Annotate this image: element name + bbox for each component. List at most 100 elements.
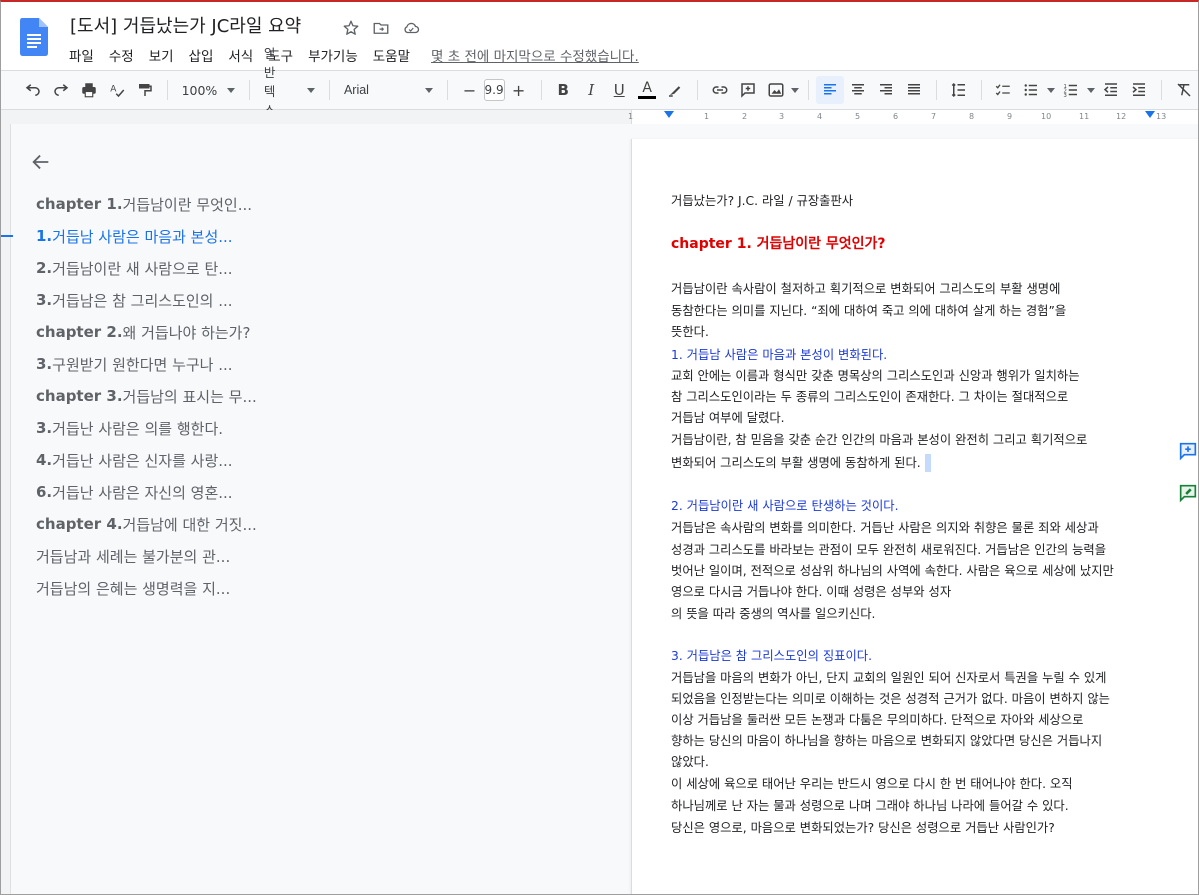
link-icon[interactable] bbox=[706, 76, 734, 104]
outline-item-text: 왜 거듭나야 하는가? bbox=[122, 323, 251, 342]
outline-item[interactable]: 3. 거듭난 사람은 의를 행한다. bbox=[11, 412, 611, 444]
font-select[interactable]: Arial bbox=[338, 83, 439, 97]
image-icon[interactable] bbox=[762, 76, 790, 104]
outline-item[interactable]: 2. 거듭남이란 새 사람으로 탄... bbox=[11, 252, 611, 284]
chevron-down-icon[interactable] bbox=[790, 76, 800, 104]
outline-item[interactable]: 거듭남과 세례는 불가분의 관... bbox=[11, 540, 611, 572]
font-size-decrease-button[interactable]: − bbox=[456, 76, 484, 104]
doc-paragraph-line: 이상 거듭남을 둘러싼 모든 논쟁과 다툼은 무의미하다. 단적으로 자아와 세… bbox=[671, 713, 1084, 727]
outline-item-active[interactable]: 1. 거듭남 사람은 마음과 본성... bbox=[1, 220, 611, 252]
ruler-tick: 7 bbox=[931, 112, 937, 121]
highlight-icon[interactable] bbox=[661, 76, 689, 104]
doc-paragraph-line: 하나님께로 난 자는 물과 성령으로 나며 그래야 하나님 나라에 들어갈 수 … bbox=[671, 799, 1069, 813]
svg-text:A: A bbox=[110, 85, 117, 95]
add-comment-side-icon[interactable] bbox=[1177, 440, 1199, 462]
italic-button[interactable]: I bbox=[577, 76, 605, 104]
outline-item-text: 거듭남과 세례는 불가분의 관... bbox=[36, 547, 231, 566]
doc-heading-section: 3. 거듭남은 참 그리스도인의 징표이다. bbox=[671, 649, 872, 663]
zoom-value: 100% bbox=[181, 82, 218, 98]
outline-item[interactable]: 4. 거듭난 사람은 신자를 사랑... bbox=[11, 444, 611, 476]
horizontal-ruler[interactable]: 1 1 2 3 4 5 6 7 8 9 10 11 12 13 bbox=[1, 110, 1198, 124]
outline-item-prefix: 6. bbox=[36, 483, 53, 501]
document-page[interactable]: 거듭났는가? J.C. 라일 / 규장출판사 chapter 1. 거듭남이란 … bbox=[631, 139, 1198, 894]
outline-item[interactable]: chapter 4. 거듭남에 대한 거짓... bbox=[11, 508, 611, 540]
zoom-select[interactable]: 100% bbox=[176, 83, 242, 98]
move-folder-icon[interactable] bbox=[369, 16, 393, 40]
comment-icon[interactable] bbox=[734, 76, 762, 104]
star-icon[interactable] bbox=[339, 16, 363, 40]
outline-item[interactable]: 3. 거듭남은 참 그리스도인의 ... bbox=[11, 284, 611, 316]
redo-icon[interactable] bbox=[47, 76, 75, 104]
outline-item[interactable]: 3. 구원받기 원한다면 누구나 ... bbox=[11, 348, 611, 380]
align-left-icon[interactable] bbox=[816, 76, 845, 104]
menu-format[interactable]: 서식 bbox=[228, 45, 260, 65]
left-indent-marker[interactable] bbox=[664, 111, 674, 118]
menu-help[interactable]: 도움말 bbox=[373, 45, 417, 65]
vertical-ruler[interactable] bbox=[1, 124, 11, 894]
doc-paragraph-line: 거듭남 여부에 달렸다. bbox=[671, 411, 785, 425]
font-value: Arial bbox=[343, 83, 369, 97]
outline-item-prefix: 3. bbox=[36, 291, 53, 309]
align-center-icon[interactable] bbox=[844, 76, 872, 104]
text-cursor-selection bbox=[924, 454, 931, 472]
bold-button[interactable]: B bbox=[549, 76, 577, 104]
indent-increase-icon[interactable] bbox=[1125, 76, 1153, 104]
menu-edit[interactable]: 수정 bbox=[109, 45, 141, 65]
docs-logo-icon[interactable] bbox=[20, 18, 48, 56]
align-right-icon[interactable] bbox=[872, 76, 900, 104]
numbered-list-icon[interactable]: 123 bbox=[1057, 76, 1085, 104]
indent-decrease-icon[interactable] bbox=[1097, 76, 1125, 104]
svg-text:3: 3 bbox=[1064, 93, 1067, 99]
document-outline-panel: chapter 1. 거듭남이란 무엇인... 1. 거듭남 사람은 마음과 본… bbox=[1, 124, 621, 894]
ruler-page-area bbox=[631, 110, 1198, 124]
outline-item-prefix: 3. bbox=[36, 419, 53, 437]
outline-item-text: 거듭남에 대한 거짓... bbox=[122, 515, 257, 534]
font-size-input[interactable]: 9.9 bbox=[483, 79, 505, 101]
outline-item-prefix: chapter 3. bbox=[36, 387, 123, 405]
justify-icon[interactable] bbox=[900, 76, 928, 104]
underline-button[interactable]: U bbox=[605, 76, 633, 104]
back-arrow-icon[interactable] bbox=[30, 151, 52, 173]
menu-insert[interactable]: 삽입 bbox=[189, 45, 221, 65]
document-title[interactable]: [도서] 거듭났는가 JC라일 요약 bbox=[70, 12, 301, 38]
outline-item[interactable]: 6. 거듭난 사람은 자신의 영혼... bbox=[11, 476, 611, 508]
outline-item[interactable]: 거듭남의 은혜는 생명력을 지... bbox=[11, 572, 611, 604]
ruler-tick: 11 bbox=[1079, 112, 1090, 121]
menu-view[interactable]: 보기 bbox=[149, 45, 181, 65]
clear-format-icon[interactable] bbox=[1170, 76, 1198, 104]
menu-file[interactable]: 파일 bbox=[69, 45, 101, 65]
doc-paragraph-line: 뜻한다. bbox=[671, 325, 709, 339]
ruler-tick: 1 bbox=[628, 112, 634, 121]
toolbar-divider bbox=[249, 80, 250, 100]
cloud-status-icon[interactable] bbox=[399, 16, 423, 40]
last-edit-link[interactable]: 몇 초 전에 마지막으로 수정했습니다. bbox=[431, 45, 639, 65]
chevron-down-icon[interactable] bbox=[1045, 76, 1057, 104]
title-actions bbox=[339, 16, 423, 40]
outline-item[interactable]: chapter 2. 왜 거듭나야 하는가? bbox=[11, 316, 611, 348]
outline-item-text: 구원받기 원한다면 누구나 ... bbox=[52, 355, 233, 374]
suggest-edit-side-icon[interactable] bbox=[1177, 482, 1199, 504]
doc-paragraph-line: 이 세상에 육으로 태어난 우리는 반드시 영으로 다시 한 번 태어나야 한다… bbox=[671, 777, 1073, 791]
title-bar: [도서] 거듭났는가 JC라일 요약 파일 수정 보기 삽입 서식 도구 부가기… bbox=[1, 2, 1198, 70]
toolbar-divider bbox=[936, 80, 937, 100]
line-spacing-icon[interactable] bbox=[945, 76, 973, 104]
outline-item[interactable]: chapter 3. 거듭남의 표시는 무... bbox=[11, 380, 611, 412]
ruler-tick: 1 bbox=[704, 112, 710, 121]
chevron-down-icon[interactable] bbox=[1085, 76, 1097, 104]
toolbar: A 100% 일반 텍스트 Arial − 9.9 + B I U A bbox=[1, 46, 1198, 137]
outline-item-text: 거듭남 사람은 마음과 본성... bbox=[52, 227, 233, 246]
ruler-tick: 9 bbox=[1007, 112, 1013, 121]
toolbar-divider bbox=[540, 80, 542, 100]
outline-item-text: 거듭남은 참 그리스도인의 ... bbox=[52, 291, 233, 310]
checklist-icon[interactable] bbox=[989, 76, 1017, 104]
right-indent-marker[interactable] bbox=[1145, 111, 1155, 118]
undo-icon[interactable] bbox=[19, 76, 47, 104]
paint-format-icon[interactable] bbox=[131, 76, 159, 104]
print-icon[interactable] bbox=[75, 76, 103, 104]
font-size-increase-button[interactable]: + bbox=[505, 76, 533, 104]
text-color-button[interactable]: A bbox=[633, 76, 661, 104]
outline-item-text: 거듭남이란 새 사람으로 탄... bbox=[52, 259, 233, 278]
bullet-list-icon[interactable] bbox=[1017, 76, 1045, 104]
spellcheck-icon[interactable]: A bbox=[103, 76, 131, 104]
outline-item[interactable]: chapter 1. 거듭남이란 무엇인... bbox=[11, 188, 611, 220]
